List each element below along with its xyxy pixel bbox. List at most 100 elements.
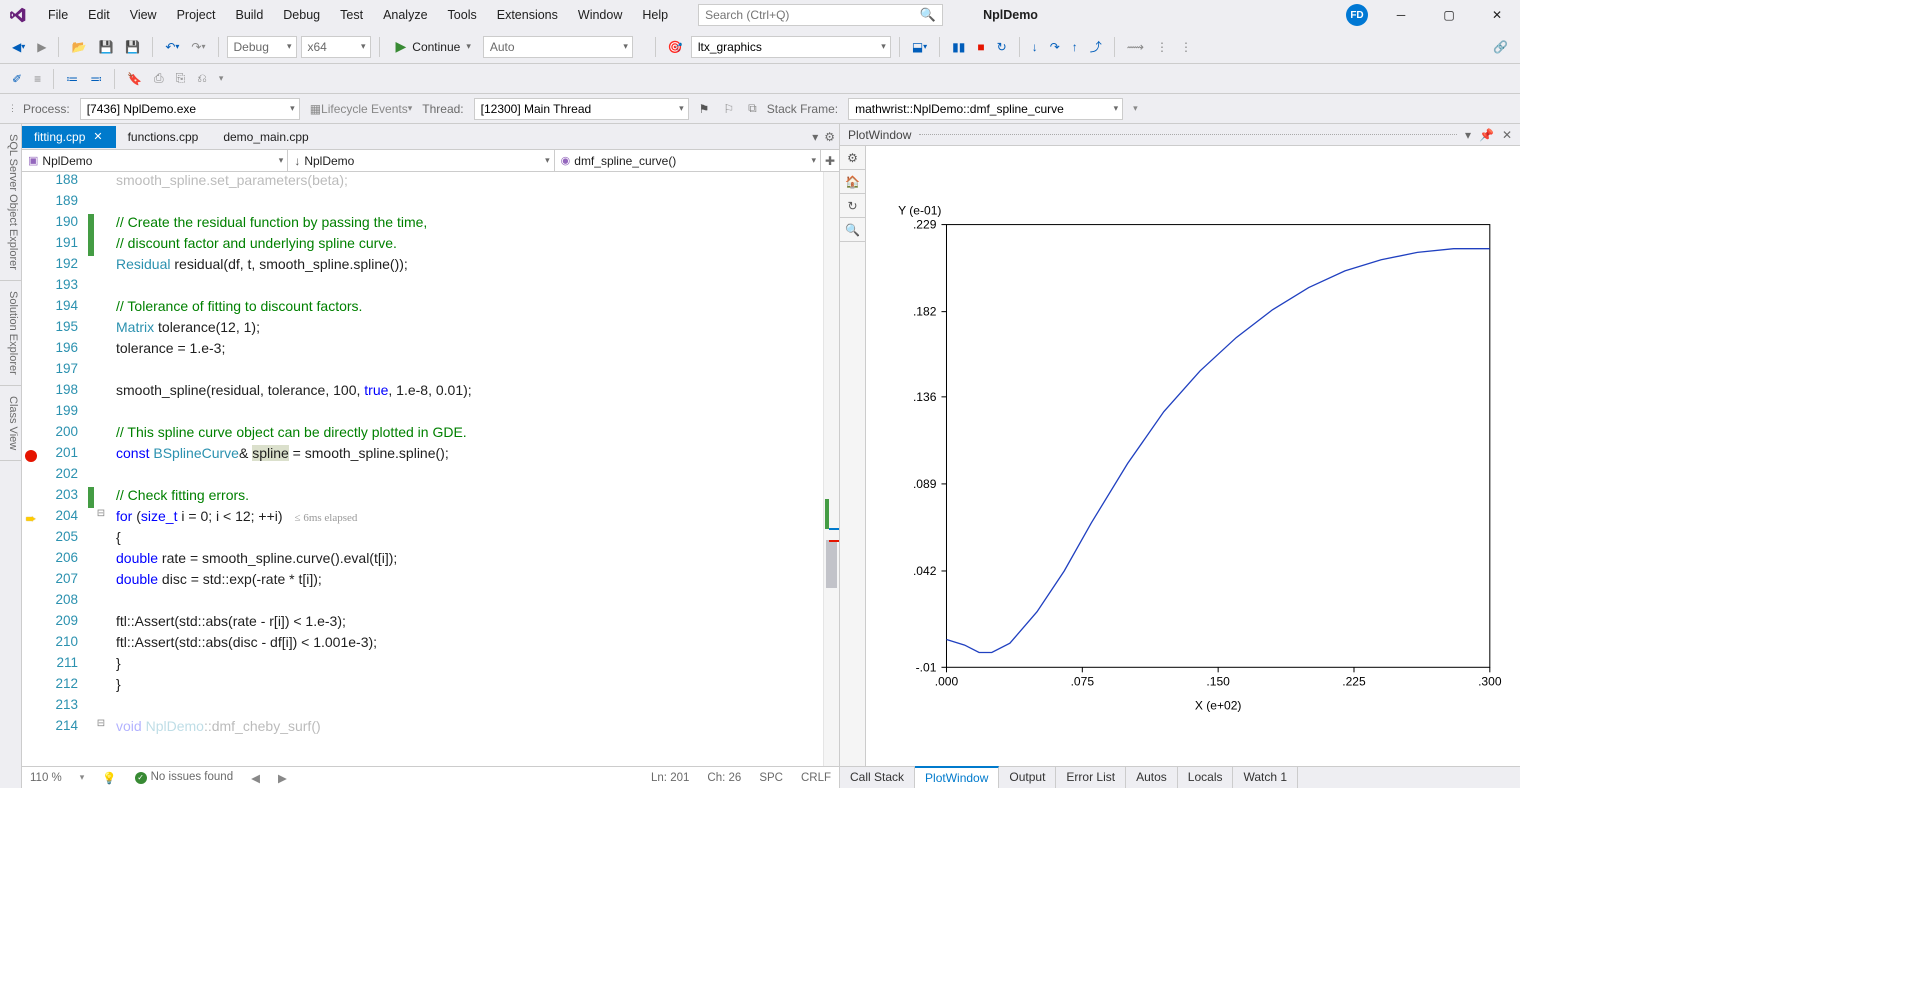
side-tab[interactable]: SQL Server Object Explorer — [0, 124, 21, 281]
code-line[interactable]: 189 — [22, 193, 839, 214]
code-line[interactable]: 211 } — [22, 655, 839, 676]
auto-combo[interactable]: Auto — [483, 36, 633, 58]
code-line[interactable]: 201 const BSplineCurve& spline = smooth_… — [22, 445, 839, 466]
save-icon[interactable]: 💾 — [94, 38, 117, 56]
vertical-scrollbar[interactable] — [823, 172, 839, 766]
config-combo[interactable]: Debug — [227, 36, 297, 58]
tb2-icon-8[interactable]: ⎌ — [193, 69, 211, 88]
code-line[interactable]: 196 tolerance = 1.e-3; — [22, 340, 839, 361]
tb2-icon-4[interactable]: ≕ — [86, 70, 106, 88]
code-line[interactable]: ➨204⊟ for (size_t i = 0; i < 12; ++i)≤ 6… — [22, 508, 839, 529]
code-line[interactable]: 212 } — [22, 676, 839, 697]
step-out-button[interactable]: ↑ — [1068, 38, 1082, 56]
user-badge[interactable]: FD — [1346, 4, 1368, 26]
continue-button[interactable]: ▶ Continue ▾ — [388, 36, 479, 57]
code-line[interactable]: 207 double disc = std::exp(-rate * t[i])… — [22, 571, 839, 592]
flag-icon[interactable]: ⚑ — [695, 100, 714, 118]
nav-class[interactable]: ↓NplDemo — [288, 150, 554, 171]
forward-button[interactable]: ▶ — [33, 38, 50, 56]
menu-test[interactable]: Test — [330, 4, 373, 26]
code-line[interactable]: 214⊟ void NplDemo::dmf_cheby_surf() — [22, 718, 839, 739]
tb2-icon-2[interactable]: ≡ — [30, 70, 45, 88]
plot-settings-icon[interactable]: ⚙ — [840, 146, 865, 170]
code-line[interactable]: 209 ftl::Assert(std::abs(rate - r[i]) < … — [22, 613, 839, 634]
code-line[interactable]: 208 — [22, 592, 839, 613]
platform-combo[interactable]: x64 — [301, 36, 371, 58]
bottom-tab[interactable]: Watch 1 — [1233, 767, 1298, 788]
menu-view[interactable]: View — [120, 4, 167, 26]
menu-extensions[interactable]: Extensions — [487, 4, 568, 26]
menu-window[interactable]: Window — [568, 4, 632, 26]
tb2-icon-1[interactable]: ✐ — [8, 70, 26, 88]
pause-button[interactable]: ▮▮ — [948, 38, 969, 56]
bottom-tab[interactable]: Locals — [1178, 767, 1234, 788]
code-line[interactable]: 193 — [22, 277, 839, 298]
menu-help[interactable]: Help — [632, 4, 678, 26]
lifecycle-icon[interactable]: ▦ Lifecycle Events ▾ — [306, 100, 417, 118]
tb2-icon-7[interactable]: ⎘ — [172, 69, 190, 88]
open-file-icon[interactable]: 📂 — [67, 38, 90, 56]
code-line[interactable]: 197 — [22, 361, 839, 382]
tab-dropdown-icon[interactable]: ▾ — [812, 130, 818, 144]
maximize-button[interactable]: ▢ — [1434, 4, 1464, 26]
debug-extra-1[interactable]: ⟿ — [1123, 38, 1148, 56]
search-box[interactable]: 🔍 — [698, 4, 943, 26]
bottom-tab[interactable]: Error List — [1056, 767, 1126, 788]
code-line[interactable]: 198 smooth_spline(residual, tolerance, 1… — [22, 382, 839, 403]
zoom-level[interactable]: 110 % — [30, 772, 62, 784]
stackframe-combo[interactable]: mathwrist::NplDemo::dmf_spline_curve — [848, 98, 1123, 120]
side-tab[interactable]: Solution Explorer — [0, 281, 21, 386]
menu-build[interactable]: Build — [225, 4, 273, 26]
thread-combo[interactable]: [12300] Main Thread — [474, 98, 689, 120]
code-line[interactable]: 188 smooth_spline.set_parameters(beta); — [22, 172, 839, 193]
undo-button[interactable]: ↶▾ — [161, 38, 183, 56]
tb2-icon-6[interactable]: ⎙ — [150, 69, 168, 88]
code-line[interactable]: 191 // discount factor and underlying sp… — [22, 235, 839, 256]
tb2-icon-3[interactable]: ≔ — [62, 70, 82, 88]
menu-project[interactable]: Project — [167, 4, 226, 26]
nav-method[interactable]: ◉dmf_spline_curve() — [555, 150, 821, 171]
code-line[interactable]: 202 — [22, 466, 839, 487]
side-tab[interactable]: Class View — [0, 386, 21, 461]
process-combo[interactable]: [7436] NplDemo.exe — [80, 98, 300, 120]
code-line[interactable]: 203 // Check fitting errors. — [22, 487, 839, 508]
panel-close-icon[interactable]: ✕ — [1502, 128, 1512, 142]
back-button[interactable]: ◀▾ — [8, 38, 29, 56]
code-line[interactable]: 210 ftl::Assert(std::abs(disc - df[i]) <… — [22, 634, 839, 655]
code-line[interactable]: 200 // This spline curve object can be d… — [22, 424, 839, 445]
menu-edit[interactable]: Edit — [78, 4, 120, 26]
close-tab-icon[interactable]: ✕ — [93, 130, 102, 143]
panel-dropdown-icon[interactable]: ▾ — [1465, 128, 1471, 142]
code-line[interactable]: 195 Matrix tolerance(12, 1); — [22, 319, 839, 340]
file-tab[interactable]: demo_main.cpp — [211, 126, 321, 148]
link-icon[interactable]: ⧉ — [744, 99, 761, 118]
plot-area[interactable]: -.01.042.089.136.182.229.000.075.150.225… — [866, 146, 1520, 766]
plot-refresh-icon[interactable]: ↻ — [840, 194, 865, 218]
stop-button[interactable]: ■ — [973, 38, 988, 56]
step-over-button[interactable]: ↷ — [1046, 38, 1064, 56]
target-combo[interactable]: ltx_graphics — [691, 36, 891, 58]
debug-tool-1[interactable]: ⬓▾ — [908, 38, 931, 56]
file-tab[interactable]: functions.cpp — [116, 126, 212, 148]
bottom-tab[interactable]: Output — [999, 767, 1056, 788]
debug-extra-2[interactable]: ⋮ — [1152, 38, 1172, 56]
restart-button[interactable]: ↻ — [993, 38, 1011, 56]
code-line[interactable]: 199 — [22, 403, 839, 424]
minimize-button[interactable]: ─ — [1386, 4, 1416, 26]
flag-icon-2[interactable]: ⚐ — [719, 100, 738, 118]
nav-scope[interactable]: ▣NplDemo — [22, 150, 288, 171]
menu-file[interactable]: File — [38, 4, 78, 26]
plot-home-icon[interactable]: 🏠 — [840, 170, 865, 194]
search-input[interactable] — [705, 8, 920, 22]
code-editor[interactable]: 188 smooth_spline.set_parameters(beta);1… — [22, 172, 839, 766]
breakpoint-icon[interactable] — [25, 450, 37, 462]
code-line[interactable]: 205 { — [22, 529, 839, 550]
bottom-tab[interactable]: Call Stack — [840, 767, 915, 788]
menu-analyze[interactable]: Analyze — [373, 4, 437, 26]
code-line[interactable]: 190 // Create the residual function by p… — [22, 214, 839, 235]
code-line[interactable]: 206 double rate = smooth_spline.curve().… — [22, 550, 839, 571]
code-line[interactable]: 213 — [22, 697, 839, 718]
code-line[interactable]: 192 Residual residual(df, t, smooth_spli… — [22, 256, 839, 277]
save-all-icon[interactable]: 💾 — [121, 38, 144, 56]
bookmark-icon[interactable]: 🔖 — [123, 70, 146, 88]
